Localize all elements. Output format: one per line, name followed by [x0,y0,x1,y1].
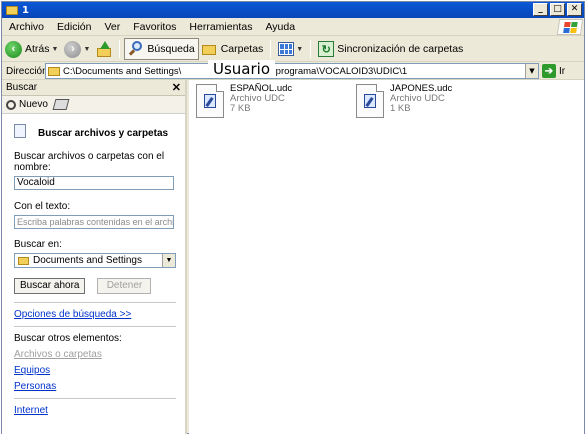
text-input[interactable]: Escriba palabras contenidas en el archiv… [14,215,174,229]
search-form: Buscar archivos y carpetas Buscar archiv… [2,114,185,416]
menu-bar: Archivo Edición Ver Favoritos Herramient… [2,18,584,36]
windows-logo-icon [556,19,584,35]
chevron-down-icon[interactable]: ▼ [52,46,59,53]
file-size: 7 KB [230,103,251,114]
other-items-label: Buscar otros elementos: [14,333,122,344]
close-icon[interactable]: ✕ [172,81,181,94]
new-search-label: Nuevo [19,99,48,110]
look-in-label: Buscar en: [14,239,62,250]
window-controls: _ □ ✕ [533,3,582,16]
go-arrow-icon: ➔ [542,64,556,78]
search-pane-title: Buscar [6,82,38,93]
sync-button[interactable]: ↻ Sincronización de carpetas [315,38,466,60]
back-arrow-icon: ‹ [5,40,22,58]
folder-icon [6,5,18,15]
file-item[interactable]: JAPONES.udc Archivo UDC 1 KB [356,84,452,118]
printer-icon[interactable] [52,99,70,110]
views-icon [278,42,295,56]
menu-ver[interactable]: Ver [97,21,126,33]
toolbar: ‹ Atrás ▼ › ▼ Búsqueda Carpetas ▼ ↻ Sinc… [2,37,584,62]
forward-button[interactable]: › ▼ [61,38,93,60]
go-button[interactable]: ➔ Ir [542,64,565,78]
other-link-computers[interactable]: Equipos [14,365,185,376]
name-field-label: Buscar archivos o carpetas con el nombre… [14,151,165,173]
folders-icon [201,42,218,56]
chevron-down-icon[interactable]: ▼ [296,46,303,53]
explorer-window: 1 _ □ ✕ Archivo Edición Ver Favoritos He… [1,1,585,434]
address-bar: Dirección C:\Documents and Settings\ Dat… [2,60,584,80]
toolbar-separator [270,40,272,58]
address-input[interactable]: C:\Documents and Settings\ Datos de prog… [45,60,539,79]
views-button[interactable]: ▼ [275,38,306,60]
search-now-button[interactable]: Buscar ahora [14,278,86,294]
search-pane-toolbar: Nuevo [2,96,185,114]
divider [14,326,176,327]
search-label: Búsqueda [147,43,195,55]
search-document-icon [14,123,26,138]
menu-herramientas[interactable]: Herramientas [182,21,258,33]
folders-button[interactable]: Carpetas [199,38,267,60]
search-icon [128,41,144,57]
address-dropdown-button[interactable]: ▼ [525,64,538,78]
search-section-title: Buscar archivos y carpetas [38,128,169,139]
menu-archivo[interactable]: Archivo [2,21,50,33]
up-folder-icon [96,41,112,57]
other-link-files[interactable]: Archivos o carpetas [14,349,185,360]
toolbar-separator [310,40,312,58]
menu-ayuda[interactable]: Ayuda [258,21,301,33]
internet-link[interactable]: Internet [14,405,185,416]
divider [14,398,176,399]
file-size: 1 KB [390,103,411,114]
menu-favoritos[interactable]: Favoritos [126,21,182,33]
new-search-icon [6,99,16,110]
stop-button[interactable]: Detener [97,278,152,294]
text-field-label: Con el texto: [14,201,71,212]
toolbar-separator [119,40,121,58]
folders-label: Carpetas [220,43,264,55]
name-input[interactable]: Vocaloid [14,176,174,190]
chevron-down-icon[interactable]: ▼ [162,254,175,267]
back-button[interactable]: ‹ Atrás ▼ [2,38,61,60]
search-pane: Buscar ✕ Nuevo Buscar archivos y carpeta… [2,80,187,434]
search-options-link[interactable]: Opciones de búsqueda >> [14,309,185,320]
folder-icon [18,256,29,265]
search-buttons: Buscar ahora Detener [14,278,185,294]
look-in-value: Documents and Settings [33,255,142,266]
other-link-people[interactable]: Personas [14,381,185,392]
up-folder-button[interactable] [93,38,115,60]
folder-icon [48,66,60,76]
minimize-button[interactable]: _ [533,3,548,16]
search-section-header: Buscar archivos y carpetas [14,122,185,139]
close-button[interactable]: ✕ [567,3,582,16]
chevron-down-icon[interactable]: ▼ [83,46,90,53]
title-bar[interactable]: 1 _ □ ✕ [2,2,584,18]
address-path-prefix: C:\Documents and Settings\ [63,65,182,77]
file-list: ESPAÑOL.udc Archivo UDC 7 KB JAPONES.udc… [189,80,584,434]
sync-label: Sincronización de carpetas [337,43,464,55]
search-button[interactable]: Búsqueda [124,38,199,60]
username-overlay-label: Usuario [208,60,276,78]
look-in-select[interactable]: Documents and Settings ▼ [14,253,176,268]
new-search-button[interactable]: Nuevo [6,99,48,110]
forward-arrow-icon: › [64,40,82,58]
maximize-button[interactable]: □ [550,3,565,16]
file-meta: JAPONES.udc Archivo UDC 1 KB [390,84,452,118]
go-label: Ir [559,65,566,77]
file-item[interactable]: ESPAÑOL.udc Archivo UDC 7 KB [196,84,292,118]
udc-file-icon [356,84,384,118]
search-pane-header: Buscar ✕ [2,80,185,96]
window-title: 1 [22,4,29,16]
udc-file-icon [196,84,224,118]
sync-icon: ↻ [318,41,335,57]
menu-edicion[interactable]: Edición [50,21,97,33]
file-meta: ESPAÑOL.udc Archivo UDC 7 KB [230,84,292,118]
divider [14,302,176,303]
back-label: Atrás [25,43,50,55]
